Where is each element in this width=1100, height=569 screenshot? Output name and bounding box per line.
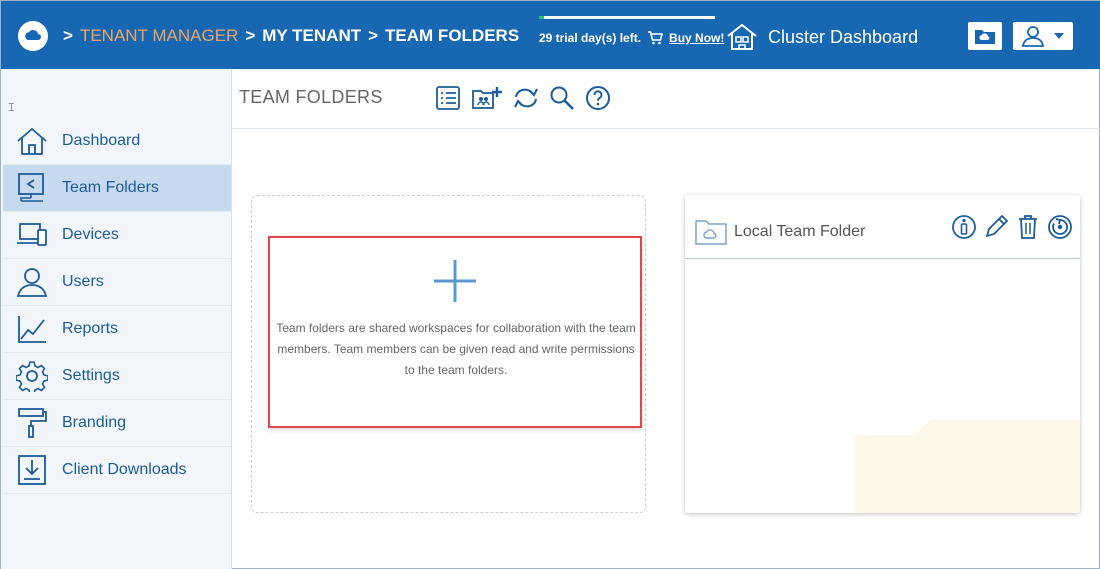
sidebar-item-reports[interactable]: Reports <box>3 306 231 353</box>
sidebar-item-settings[interactable]: Settings <box>3 353 231 400</box>
sidebar-item-dashboard[interactable]: Dashboard <box>3 118 231 165</box>
plus-icon <box>434 260 476 302</box>
breadcrumb-separator: > <box>368 26 379 45</box>
breadcrumb-separator: > <box>63 26 73 45</box>
sidebar-item-label: Settings <box>62 367 120 384</box>
list-view-button[interactable] <box>434 84 462 112</box>
sync-icon <box>1048 215 1072 239</box>
trial-progress-fill <box>539 16 545 19</box>
breadcrumb: > TENANT MANAGER > MY TENANT > TEAM FOLD… <box>63 26 519 48</box>
sidebar-item-label: Branding <box>62 414 127 431</box>
devices-icon <box>15 218 49 252</box>
reports-icon <box>15 312 49 346</box>
help-button[interactable] <box>584 84 612 112</box>
gear-icon <box>15 359 49 393</box>
sidebar-item-client-downloads[interactable]: Client Downloads <box>3 447 231 494</box>
user-icon <box>1021 26 1045 47</box>
team-folder-card-header: Local Team Folder <box>685 195 1080 259</box>
add-team-folder-icon <box>472 87 502 109</box>
trash-icon <box>1019 215 1037 239</box>
cloud-folder-icon <box>975 30 995 44</box>
folder-watermark-icon <box>855 420 1080 513</box>
trial-status: 29 trial day(s) left. Buy Now! <box>539 31 724 45</box>
trial-days-text: 29 trial day(s) left. <box>539 31 642 45</box>
sidebar-item-label: Devices <box>62 226 119 243</box>
paint-roller-icon <box>15 406 49 440</box>
sidebar-collapse-toggle[interactable]: ⌶ <box>8 102 15 115</box>
search-button[interactable] <box>548 84 576 112</box>
header-divider <box>232 128 1100 129</box>
search-icon <box>550 86 574 110</box>
buy-now-link[interactable]: Buy Now! <box>669 31 724 45</box>
top-bar: > TENANT MANAGER > MY TENANT > TEAM FOLD… <box>1 1 1100 69</box>
breadcrumb-team-folders: TEAM FOLDERS <box>385 26 520 45</box>
folder-delete-button[interactable] <box>1015 213 1041 241</box>
sidebar-item-label: Users <box>62 273 104 290</box>
app-logo[interactable] <box>18 21 48 51</box>
download-icon <box>15 453 49 487</box>
cluster-house-icon <box>727 23 757 50</box>
trial-progress-bar <box>539 16 715 19</box>
cluster-dashboard-link[interactable]: Cluster Dashboard <box>725 22 918 52</box>
sidebar-item-label: Dashboard <box>62 132 141 149</box>
cloud-folder-icon <box>695 220 727 245</box>
cart-icon <box>648 31 664 45</box>
help-icon <box>586 86 610 110</box>
users-icon <box>15 265 49 299</box>
team-folder-actions <box>951 213 1073 241</box>
page-title: TEAM FOLDERS <box>239 87 383 107</box>
list-icon <box>436 86 460 110</box>
folder-info-button[interactable] <box>951 213 977 241</box>
cloud-folder-button[interactable] <box>968 22 1002 50</box>
caret-down-icon <box>1054 33 1064 39</box>
refresh-button[interactable] <box>512 84 540 112</box>
cluster-dashboard-label: Cluster Dashboard <box>768 26 919 47</box>
breadcrumb-tenant-manager[interactable]: TENANT MANAGER <box>80 26 238 48</box>
sidebar-item-users[interactable]: Users <box>3 259 231 306</box>
sidebar: ⌶ Dashboard Team Folders Devices Users R… <box>1 69 232 569</box>
sidebar-item-label: Reports <box>62 320 119 337</box>
user-menu-button[interactable] <box>1013 22 1073 50</box>
sidebar-item-label: Client Downloads <box>62 461 187 478</box>
breadcrumb-my-tenant[interactable]: MY TENANT <box>262 26 361 48</box>
toolbar <box>434 84 612 112</box>
add-team-folder-description: Team folders are shared workspaces for c… <box>276 321 636 377</box>
add-team-folder-button[interactable] <box>470 84 504 112</box>
refresh-icon <box>514 88 538 108</box>
sidebar-item-label: Team Folders <box>62 179 159 196</box>
team-folder-icon <box>15 171 49 205</box>
folder-edit-button[interactable] <box>983 213 1009 241</box>
sidebar-item-team-folders[interactable]: Team Folders <box>3 165 231 212</box>
sidebar-item-branding[interactable]: Branding <box>3 400 231 447</box>
pencil-icon <box>985 214 1009 238</box>
sidebar-item-devices[interactable]: Devices <box>3 212 231 259</box>
team-folder-name[interactable]: Local Team Folder <box>734 223 865 241</box>
add-team-folder-tile[interactable]: Team folders are shared workspaces for c… <box>268 236 642 428</box>
info-icon <box>952 215 976 239</box>
breadcrumb-separator: > <box>245 26 256 45</box>
team-folder-card[interactable]: Local Team Folder <box>685 195 1080 513</box>
folder-sync-button[interactable] <box>1047 213 1073 241</box>
home-icon <box>15 124 49 158</box>
